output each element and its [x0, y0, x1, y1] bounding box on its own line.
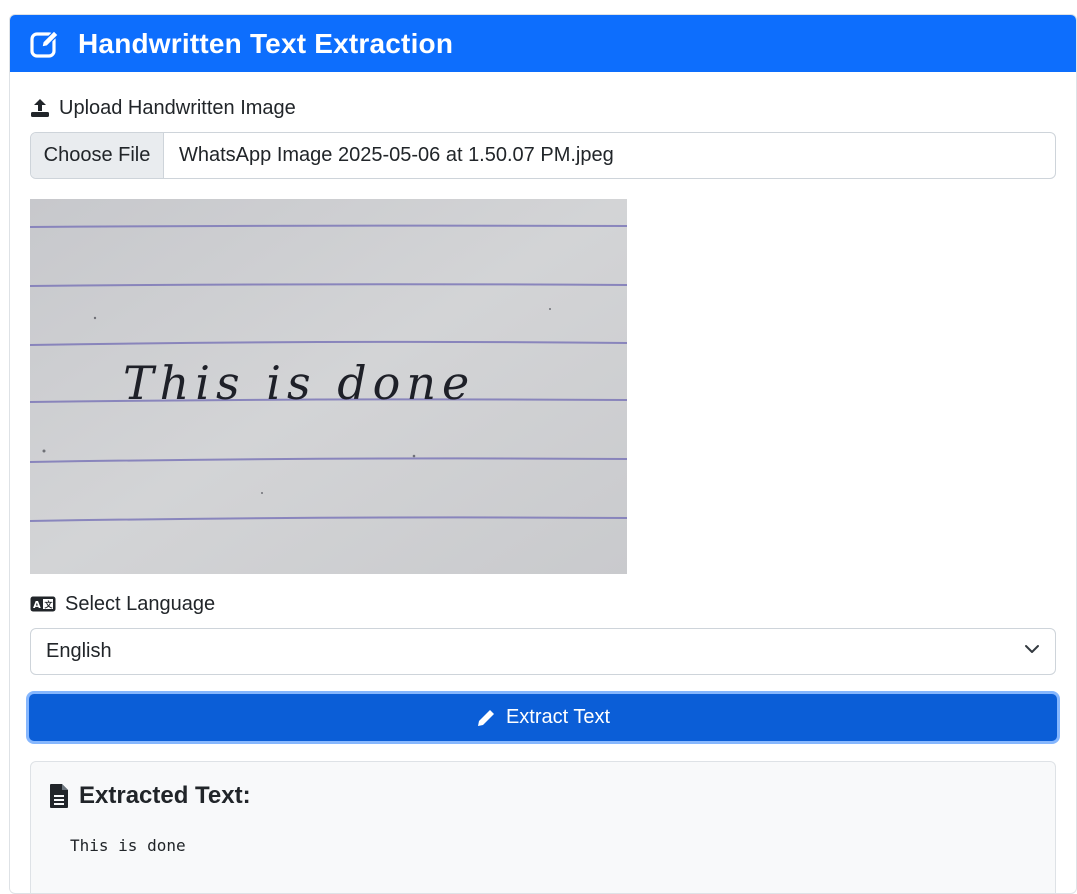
extract-button-focus-ring: Extract Text	[26, 691, 1060, 744]
handwritten-text: This is done	[123, 356, 475, 410]
card-body: Upload Handwritten Image Choose File Wha…	[10, 96, 1076, 893]
extracted-text: This is done	[70, 836, 186, 855]
upload-label: Upload Handwritten Image	[30, 96, 1056, 120]
image-preview: This is done	[30, 199, 627, 574]
chevron-down-icon	[1024, 640, 1040, 663]
svg-text:文: 文	[45, 600, 54, 610]
page-title: Handwritten Text Extraction	[78, 27, 454, 59]
upload-icon	[30, 98, 50, 118]
upload-label-text: Upload Handwritten Image	[59, 96, 296, 119]
file-input[interactable]: Choose File WhatsApp Image 2025-05-06 at…	[30, 132, 1056, 179]
result-heading-text: Extracted Text:	[79, 782, 251, 809]
language-label-text: Select Language	[65, 592, 216, 615]
svg-text:A: A	[33, 600, 41, 611]
extraction-card: Handwritten Text Extraction Upload Handw…	[9, 14, 1077, 894]
language-selected-value: English	[46, 640, 112, 662]
pencil-icon	[476, 708, 496, 728]
language-select[interactable]: English	[30, 628, 1056, 675]
pen-to-square-icon	[28, 27, 62, 61]
choose-file-button[interactable]: Choose File	[31, 133, 164, 178]
extract-text-button[interactable]: Extract Text	[29, 694, 1057, 741]
language-label: A 文 Select Language	[30, 592, 1056, 616]
file-lines-icon	[49, 783, 69, 809]
card-header: Handwritten Text Extraction	[10, 15, 1076, 72]
language-icon: A 文	[30, 596, 56, 612]
selected-file-name: WhatsApp Image 2025-05-06 at 1.50.07 PM.…	[179, 144, 614, 166]
result-panel: Extracted Text: This is done	[30, 761, 1056, 893]
result-heading: Extracted Text:	[49, 762, 1037, 810]
extract-text-button-label: Extract Text	[505, 706, 611, 728]
